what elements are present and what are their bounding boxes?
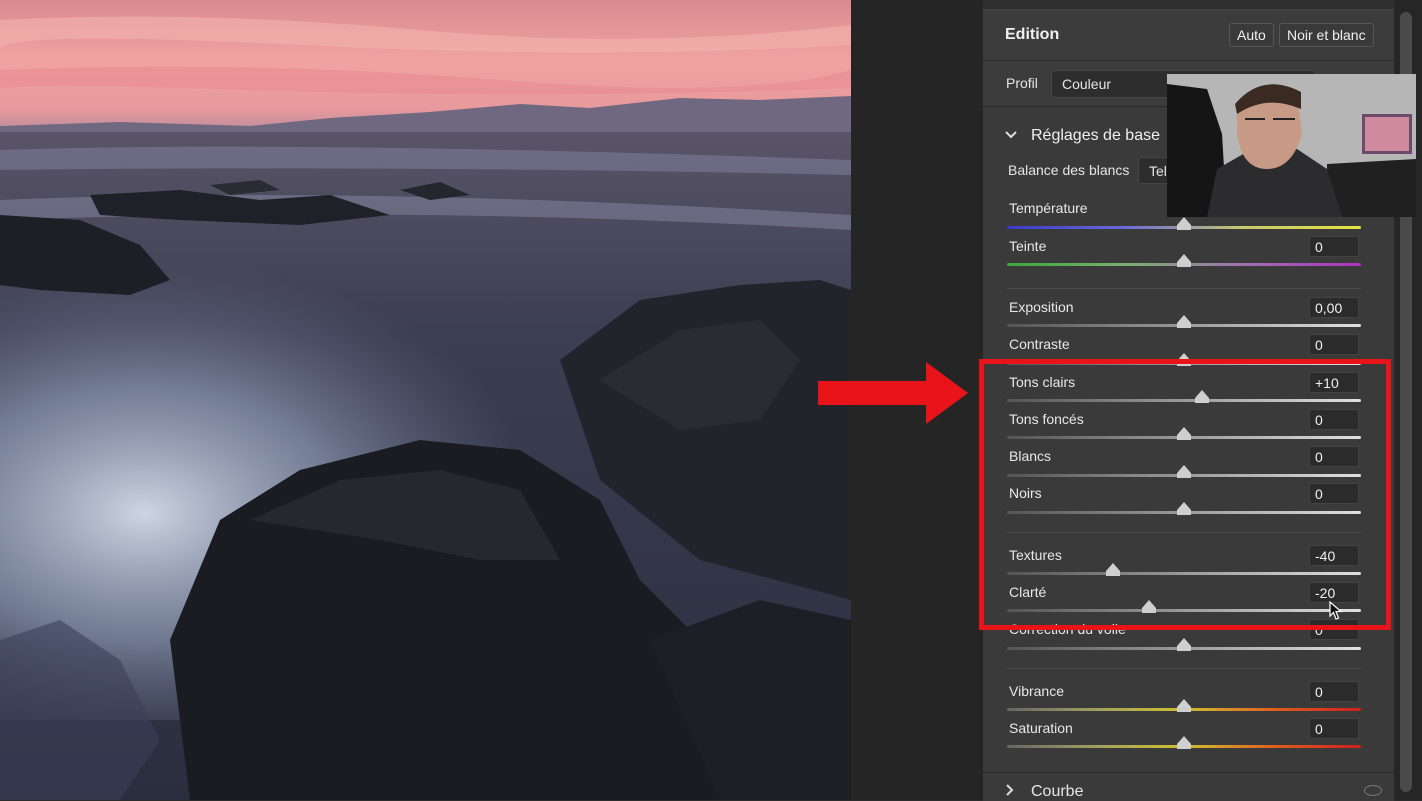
slider-label-tons-clairs: Tons clairs (1009, 374, 1076, 390)
divider (1007, 288, 1361, 289)
divider (1007, 532, 1361, 533)
curve-section-title: Courbe (1031, 783, 1084, 800)
white-balance-value: Tel (1149, 163, 1167, 179)
panel-title: Edition (1005, 26, 1060, 43)
slider-thumb-voile[interactable] (1177, 638, 1191, 651)
edit-header: Edition Auto Noir et blanc (983, 10, 1394, 61)
slider-label-temperature: Température (1009, 200, 1088, 216)
slider-value-clarte[interactable]: -20 (1309, 582, 1359, 603)
slider-thumb-tons-clairs[interactable] (1194, 390, 1209, 403)
slider-label-contraste: Contraste (1009, 336, 1070, 352)
slider-value-blancs[interactable]: 0 (1309, 446, 1359, 467)
basic-section-title: Réglages de base (1031, 127, 1160, 144)
slider-thumb-saturation[interactable] (1177, 736, 1191, 749)
slider-track-tons-clairs[interactable] (1007, 399, 1361, 402)
slider-thumb-teinte[interactable] (1177, 254, 1191, 267)
slider-value-contraste[interactable]: 0 (1309, 334, 1359, 355)
slider-value-noirs[interactable]: 0 (1309, 483, 1359, 504)
black-white-button[interactable]: Noir et blanc (1279, 23, 1374, 47)
slider-thumb-vibrance[interactable] (1177, 699, 1191, 712)
slider-label-voile: Correction du voile (1009, 621, 1126, 637)
mouse-pointer-icon (1329, 600, 1343, 626)
slider-label-saturation: Saturation (1009, 720, 1073, 736)
panel-topbar (983, 0, 1394, 10)
profile-value: Couleur (1062, 76, 1112, 92)
slider-label-noirs: Noirs (1009, 485, 1042, 501)
slider-value-saturation[interactable]: 0 (1309, 718, 1359, 739)
slider-thumb-noirs[interactable] (1177, 502, 1191, 515)
slider-value-vibrance[interactable]: 0 (1309, 681, 1359, 702)
slider-track-textures[interactable] (1007, 572, 1361, 575)
slider-thumb-tons-fonces[interactable] (1177, 427, 1191, 440)
auto-button[interactable]: Auto (1229, 23, 1274, 47)
curve-section-header[interactable]: Courbe (983, 772, 1394, 801)
slider-value-exposition[interactable]: 0,00 (1309, 297, 1359, 318)
profile-label: Profil (1006, 75, 1038, 91)
slider-thumb-clarte[interactable] (1141, 600, 1156, 613)
slider-label-textures: Textures (1009, 547, 1062, 563)
slider-value-textures[interactable]: -40 (1309, 545, 1359, 566)
slider-thumb-blancs[interactable] (1177, 465, 1191, 478)
slider-value-tons-clairs[interactable]: +10 (1309, 372, 1359, 393)
slider-value-teinte[interactable]: 0 (1309, 236, 1359, 257)
slider-label-exposition: Exposition (1009, 299, 1074, 315)
slider-thumb-temperature[interactable] (1177, 217, 1191, 230)
eye-icon[interactable] (1364, 785, 1382, 796)
webcam-overlay (1167, 74, 1416, 217)
slider-label-tons-fonces: Tons foncés (1009, 411, 1084, 427)
annotation-arrow (818, 362, 968, 429)
slider-thumb-textures[interactable] (1106, 563, 1121, 576)
chevron-right-icon (1005, 783, 1015, 799)
chevron-down-icon (1005, 127, 1017, 143)
slider-label-vibrance: Vibrance (1009, 683, 1065, 699)
divider (1007, 668, 1361, 669)
slider-thumb-exposition[interactable] (1177, 315, 1191, 328)
white-balance-label: Balance des blancs (1008, 162, 1130, 178)
photo-preview (0, 0, 851, 800)
slider-label-blancs: Blancs (1009, 448, 1052, 464)
slider-value-tons-fonces[interactable]: 0 (1309, 409, 1359, 430)
slider-track-clarte[interactable] (1007, 609, 1361, 612)
slider-label-clarte: Clarté (1009, 584, 1047, 600)
slider-thumb-contraste[interactable] (1177, 353, 1191, 366)
slider-label-teinte: Teinte (1009, 238, 1047, 254)
